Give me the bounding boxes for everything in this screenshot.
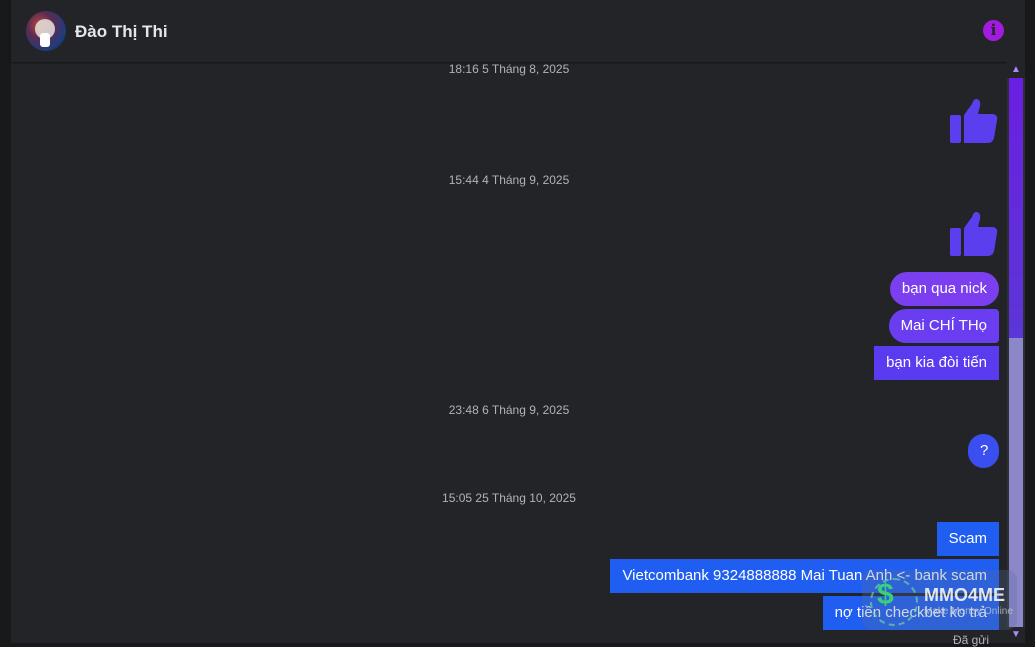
watermark-logo: $ MMO4ME Make Money Online xyxy=(862,570,1017,630)
avatar[interactable] xyxy=(26,11,66,51)
message-bubble[interactable]: Mai CHÍ THọ xyxy=(888,309,999,343)
info-icon[interactable]: i xyxy=(983,20,1004,41)
message-bubble[interactable]: bạn kia đòi tiến xyxy=(874,346,999,380)
watermark-tagline: Make Money Online xyxy=(924,606,1013,617)
timestamp: 15:44 4 Tháng 9, 2025 xyxy=(448,173,570,187)
scrollbar-thumb[interactable] xyxy=(1009,78,1023,338)
timestamp: 15:05 25 Tháng 10, 2025 xyxy=(442,491,576,505)
avatar-detail xyxy=(40,33,50,47)
scroll-up-arrow-icon[interactable]: ▲ xyxy=(1007,62,1025,78)
right-border xyxy=(1025,0,1035,643)
message-bubble[interactable]: ? xyxy=(968,434,999,468)
watermark-brand: MMO4ME xyxy=(924,585,1005,605)
message-bubble[interactable]: Scam xyxy=(936,522,999,556)
timestamp: 18:16 5 Tháng 8, 2025 xyxy=(448,62,570,76)
left-border xyxy=(0,0,11,643)
thumbs-up-icon xyxy=(950,211,998,256)
sent-status: Đã gửi xyxy=(952,633,989,647)
message-list: 18:16 5 Tháng 8, 2025 15:44 4 Tháng 9, 2… xyxy=(11,62,1007,647)
message-bubble[interactable]: bạn qua nick xyxy=(889,272,999,306)
thumbs-up-icon xyxy=(950,98,998,143)
chat-header: Đào Thị Thi i xyxy=(11,0,1025,62)
timestamp: 23:48 6 Tháng 9, 2025 xyxy=(448,403,570,417)
dollar-icon: $ xyxy=(877,578,894,611)
contact-name[interactable]: Đào Thị Thi xyxy=(75,22,168,42)
